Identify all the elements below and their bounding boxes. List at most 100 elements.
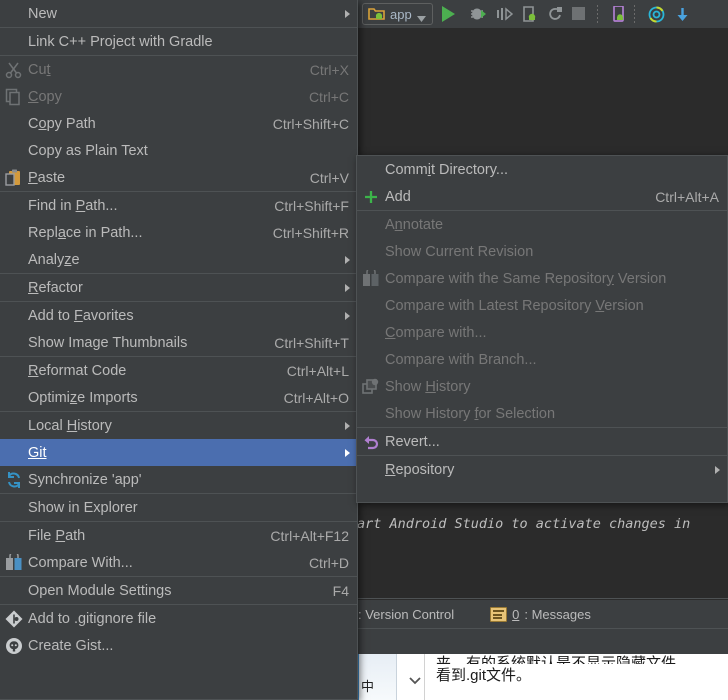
menu-item-label: Add to .gitignore file	[28, 610, 157, 627]
no-icon	[0, 113, 28, 135]
submenu-arrow-icon	[345, 255, 350, 264]
menu-item-git[interactable]: Git	[0, 439, 357, 466]
pane-divider	[356, 598, 728, 599]
document-text: 夹，有的系统默认是不显示隐藏文件 看到.git文件。	[436, 654, 728, 687]
menu-item-copy: Copy Ctrl+C	[0, 83, 357, 110]
submenu-item-add[interactable]: Add Ctrl+Alt+A	[357, 183, 727, 210]
menu-item-show-in-explorer[interactable]: Show in Explorer	[0, 494, 357, 521]
menu-item-optimize-imports[interactable]: Optimize Imports Ctrl+Alt+O	[0, 384, 357, 411]
sync-gradle-button[interactable]	[669, 4, 689, 24]
menu-item-refactor[interactable]: Refactor	[0, 274, 357, 301]
avd-manager-button[interactable]	[606, 4, 626, 24]
version-control-label: : Version Control	[358, 606, 455, 622]
submenu-item-revert[interactable]: Revert...	[357, 428, 727, 455]
no-icon	[357, 459, 385, 481]
no-icon	[0, 305, 28, 327]
menu-item-add-to-gitignore[interactable]: Add to .gitignore file	[0, 605, 357, 632]
submenu-arrow-icon	[345, 448, 350, 457]
menu-item-shortcut: Ctrl+Alt+A	[655, 188, 719, 205]
synchronize-icon	[0, 469, 28, 491]
tool-window-messages[interactable]: 0 : Messages	[490, 606, 591, 622]
menu-item-label: Copy as Plain Text	[28, 142, 148, 159]
tool-window-version-control[interactable]: : Version Control	[356, 607, 454, 622]
menu-item-cut: Cut Ctrl+X	[0, 56, 357, 83]
chevron-down-icon	[416, 10, 427, 22]
attach-debugger-button[interactable]	[517, 4, 537, 24]
no-icon	[0, 277, 28, 299]
scissors-icon	[0, 59, 28, 81]
gitignore-diamond-icon	[0, 608, 28, 630]
menu-item-show-image-thumbnails[interactable]: Show Image Thumbnails Ctrl+Shift+T	[0, 329, 357, 356]
menu-item-link-cpp-project[interactable]: Link C++ Project with Gradle	[0, 28, 357, 55]
clipboard-paste-icon	[0, 167, 28, 189]
messages-label: : Messages	[524, 606, 591, 622]
project-context-menu[interactable]: New Link C++ Project with Gradle Cut Ctr…	[0, 0, 358, 700]
run-button[interactable]	[439, 4, 459, 24]
menu-item-copy-path[interactable]: Copy Path Ctrl+Shift+C	[0, 110, 357, 137]
document-sidebar: 中	[356, 654, 397, 700]
main-toolbar: app	[356, 0, 728, 28]
menu-item-label: Replace in Path...	[28, 224, 143, 241]
menu-item-label: Find in Path...	[28, 197, 118, 214]
menu-item-shortcut: Ctrl+V	[309, 169, 349, 186]
menu-item-label: Show History for Selection	[385, 405, 556, 422]
menu-item-label: Repository	[385, 461, 455, 478]
compare-icon	[357, 268, 385, 290]
git-submenu[interactable]: Commit Directory... Add Ctrl+Alt+A Annot…	[356, 155, 728, 503]
document-side-label: 中	[361, 679, 375, 694]
debug-button[interactable]	[465, 4, 486, 24]
menu-item-open-module-settings[interactable]: Open Module Settings F4	[0, 577, 357, 604]
submenu-item-repository[interactable]: Repository	[357, 456, 727, 483]
no-icon	[0, 195, 28, 217]
menu-item-replace-in-path[interactable]: Replace in Path... Ctrl+Shift+R	[0, 219, 357, 246]
menu-item-compare-with[interactable]: Compare With... Ctrl+D	[0, 549, 357, 576]
no-icon	[0, 140, 28, 162]
menu-item-local-history[interactable]: Local History	[0, 412, 357, 439]
menu-item-label: Local History	[28, 417, 112, 434]
sdk-manager-button[interactable]	[643, 4, 665, 24]
menu-item-label: Open Module Settings	[28, 582, 172, 599]
menu-item-find-in-path[interactable]: Find in Path... Ctrl+Shift+F	[0, 192, 357, 219]
menu-item-label: Compare With...	[28, 554, 133, 571]
rerun-button[interactable]	[543, 4, 563, 24]
menu-item-shortcut: Ctrl+Alt+F12	[270, 527, 349, 544]
menu-item-create-gist[interactable]: Create Gist...	[0, 632, 357, 659]
no-icon	[0, 580, 28, 602]
messages-icon	[490, 606, 508, 622]
submenu-item-commit-directory[interactable]: Commit Directory...	[357, 156, 727, 183]
menu-item-synchronize-app[interactable]: Synchronize 'app'	[0, 466, 357, 493]
no-icon	[357, 403, 385, 425]
menu-item-analyze[interactable]: Analyze	[0, 246, 357, 273]
submenu-arrow-icon	[345, 283, 350, 292]
menu-item-label: Compare with the Same Repository Version	[385, 270, 667, 287]
compare-icon	[0, 552, 28, 574]
menu-item-paste[interactable]: Paste Ctrl+V	[0, 164, 357, 191]
menu-item-shortcut: Ctrl+Alt+L	[286, 362, 349, 379]
menu-item-label: Paste	[28, 169, 66, 186]
submenu-arrow-icon	[345, 311, 350, 320]
menu-item-copy-as-plain-text[interactable]: Copy as Plain Text	[0, 137, 357, 164]
menu-item-file-path[interactable]: File Path Ctrl+Alt+F12	[0, 522, 357, 549]
menu-item-shortcut: Ctrl+Shift+F	[274, 197, 349, 214]
module-selector[interactable]: app	[362, 3, 433, 25]
stop-button[interactable]	[569, 4, 589, 24]
messages-shortcut: 0	[512, 606, 520, 622]
run-with-coverage-button[interactable]	[491, 4, 513, 24]
chevron-down-icon[interactable]	[408, 674, 422, 688]
tool-window-bar: : Version Control 0 : Messages	[356, 600, 728, 628]
menu-item-reformat-code[interactable]: Reformat Code Ctrl+Alt+L	[0, 357, 357, 384]
menu-item-add-to-favorites[interactable]: Add to Favorites	[0, 302, 357, 329]
menu-item-label: Add to Favorites	[28, 307, 134, 324]
menu-item-label: Cut	[28, 61, 51, 78]
menu-item-label: Copy	[28, 88, 62, 105]
submenu-item-compare-with: Compare with...	[357, 319, 727, 346]
submenu-item-compare-same-repo-version: Compare with the Same Repository Version	[357, 265, 727, 292]
menu-item-label: Copy Path	[28, 115, 96, 132]
menu-item-shortcut: Ctrl+D	[308, 554, 349, 571]
no-icon	[0, 525, 28, 547]
no-icon	[0, 415, 28, 437]
menu-item-label: Show Image Thumbnails	[28, 334, 188, 351]
menu-item-shortcut: Ctrl+Shift+C	[272, 115, 349, 132]
editor-message-line: art Android Studio to activate changes i…	[357, 516, 691, 532]
menu-item-new[interactable]: New	[0, 0, 357, 27]
